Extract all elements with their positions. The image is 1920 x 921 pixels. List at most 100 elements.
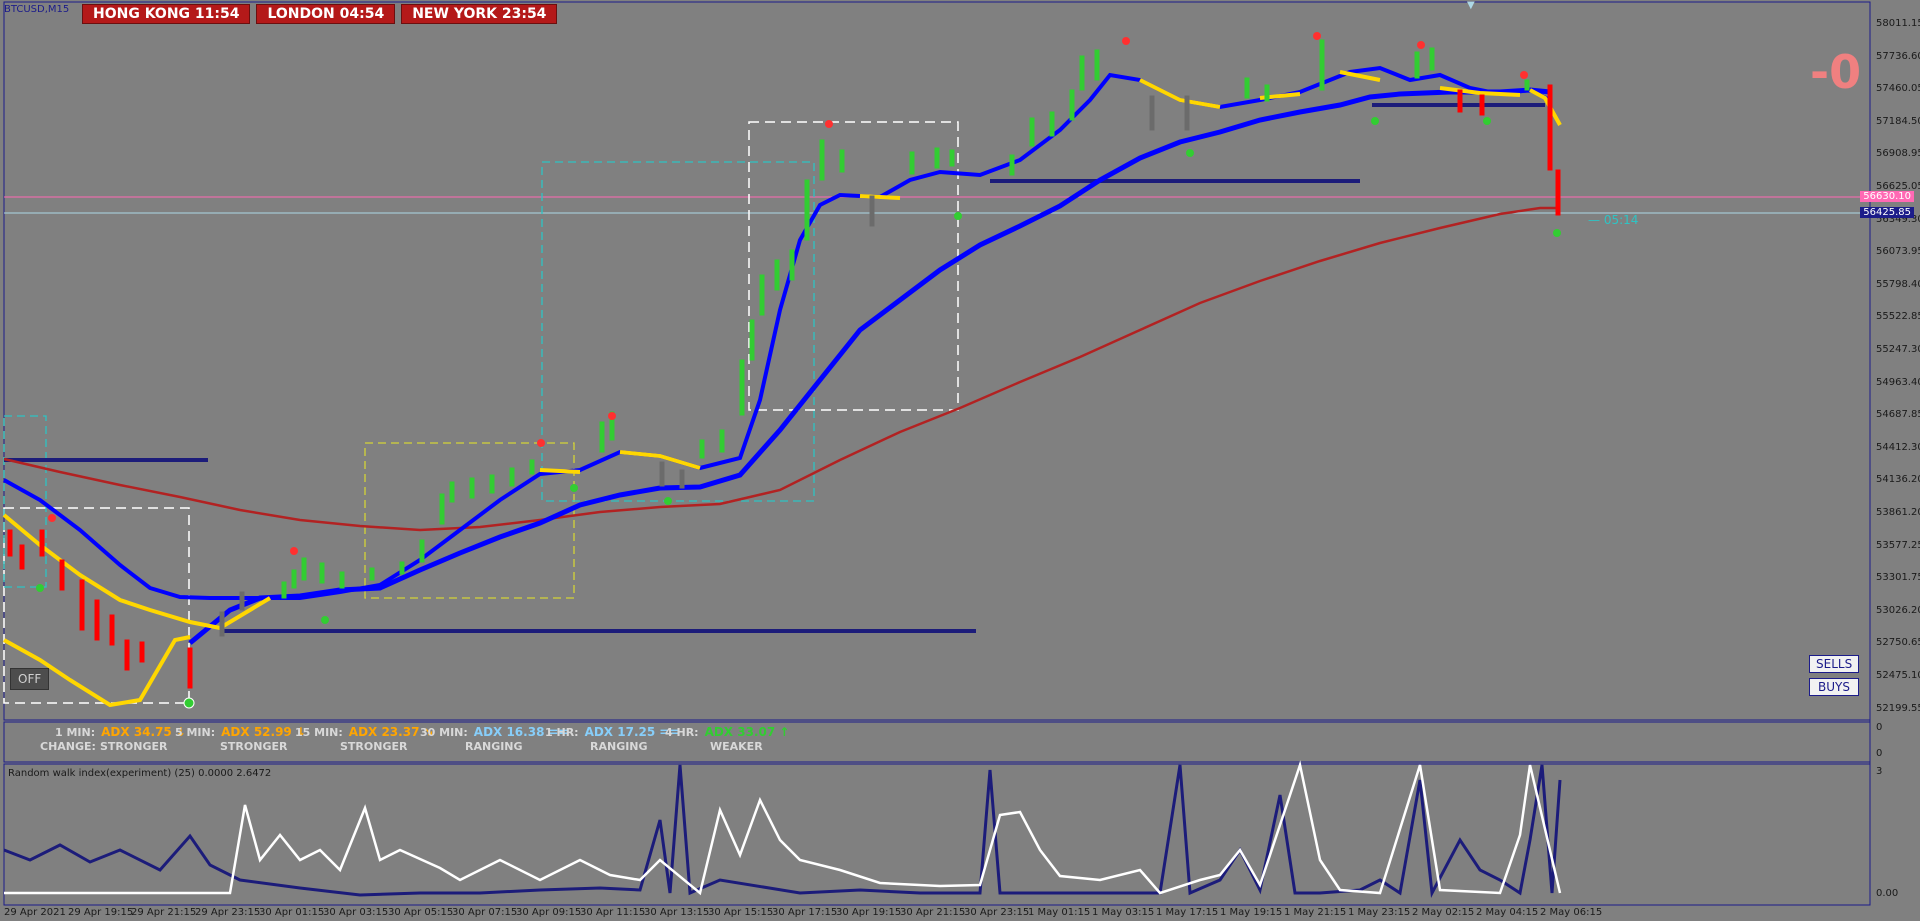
adx-state: RANGING <box>590 740 648 753</box>
price-tick-label: 57184.50 <box>1876 115 1920 127</box>
time-tick-label: 30 Apr 09:15 <box>516 907 582 918</box>
rwi-scale-top: 3 <box>1876 766 1883 777</box>
buy-signal-icon <box>570 484 578 492</box>
time-tick-label: 30 Apr 13:15 <box>644 907 710 918</box>
clock-time: 11:54 <box>194 6 240 22</box>
adx-timeframe-label: 5 MIN: <box>175 726 216 739</box>
price-chart[interactable] <box>0 0 1920 921</box>
countdown-value: 05:14 <box>1603 213 1639 227</box>
adx-scale-bottom: 0 <box>1876 748 1883 759</box>
price-tick-label: 58011.15 <box>1876 18 1920 29</box>
price-tick-label: 55798.40 <box>1876 278 1920 290</box>
ma-long-line <box>3 206 1560 532</box>
rwi-line-navy <box>3 764 1562 899</box>
price-tick-label: 53026.20 <box>1876 604 1920 616</box>
sell-signal-icon <box>1417 41 1425 49</box>
sell-signal-icon <box>1520 71 1528 79</box>
price-tick-label: 56073.95 <box>1876 246 1920 258</box>
adx-state: WEAKER <box>710 740 763 753</box>
time-tick-label: 30 Apr 17:15 <box>772 907 838 918</box>
buy-signal-icon <box>1186 149 1194 157</box>
time-tick-label: 29 Apr 19:15 <box>68 907 134 918</box>
time-tick-label: 1 May 17:15 <box>1156 907 1219 918</box>
adx-state: RANGING <box>465 740 523 753</box>
adx-change-label: CHANGE: <box>40 740 96 753</box>
time-tick-label: 30 Apr 07:15 <box>452 907 518 918</box>
sell-signal-icon <box>537 439 545 447</box>
sell-signal-icon <box>825 120 833 128</box>
time-tick-label: 29 Apr 21:15 <box>131 907 197 918</box>
adx-scale-top: 0 <box>1876 722 1883 733</box>
time-tick-label: 1 May 23:15 <box>1348 907 1411 918</box>
time-tick-label: 30 Apr 21:15 <box>900 907 966 918</box>
signal-markers <box>36 32 1561 709</box>
clock-city: LONDON <box>267 6 335 22</box>
time-tick-label: 1 May 19:15 <box>1220 907 1283 918</box>
signal-value: -0 <box>1810 45 1862 99</box>
adx-timeframe: 4 HR: ADX 33.07 ↑ <box>665 725 789 739</box>
adx-value: ADX 17.25 <box>584 725 656 739</box>
off-toggle-button[interactable]: OFF <box>10 668 50 690</box>
clock-city: NEW YORK <box>412 6 497 22</box>
adx-value: ADX 16.38 <box>473 725 545 739</box>
candles <box>281 39 1530 599</box>
price-tick-label: 55247.30 <box>1876 344 1920 355</box>
adx-timeframe: 1 MIN: ADX 34.75 ↓ <box>55 725 186 739</box>
price-tick-label: 54412.30 <box>1876 441 1920 453</box>
pink-price-tag: 56630.10 <box>1860 191 1914 202</box>
sells-button[interactable]: SELLS <box>1809 655 1859 673</box>
time-tick-label: 1 May 03:15 <box>1092 907 1155 918</box>
adx-trend-arrow-icon: ↑ <box>779 725 790 739</box>
price-tick-label: 52199.55 <box>1876 702 1920 714</box>
adx-value: ADX 52.99 <box>221 725 292 739</box>
clock-london: LONDON 04:54 <box>256 4 396 24</box>
adx-state: STRONGER <box>100 740 168 753</box>
clock-time: 23:54 <box>501 6 547 22</box>
bar-countdown: — 05:14 <box>1588 213 1639 227</box>
adx-value: ADX 23.37 <box>348 725 420 739</box>
time-tick-label: 2 May 04:15 <box>1476 907 1539 918</box>
rwi-title: Random walk index(experiment) (25) 0.000… <box>8 768 272 779</box>
rwi-panel-frame <box>3 763 1871 906</box>
adx-timeframe: 1 HR: ADX 17.25 == <box>545 725 679 739</box>
price-tick-label: 54963.40 <box>1876 376 1920 388</box>
time-tick-label: 30 Apr 15:15 <box>708 907 774 918</box>
scroll-marker-icon[interactable]: ▼ <box>1467 0 1475 11</box>
buy-signal-icon <box>1553 229 1561 237</box>
adx-value: ADX 33.07 <box>704 725 776 739</box>
current-price-tag: 56425.85 <box>1860 207 1914 218</box>
sell-signal-icon <box>48 514 56 522</box>
rwi-line-white <box>4 760 1562 896</box>
time-tick-label: 1 May 01:15 <box>1028 907 1091 918</box>
buy-signal-icon <box>321 616 329 624</box>
adx-state: STRONGER <box>220 740 288 753</box>
time-tick-label: 30 Apr 03:15 <box>323 907 389 918</box>
buy-signal-icon <box>1483 117 1491 125</box>
price-tick-label: 54687.85 <box>1876 409 1920 421</box>
time-tick-label: 30 Apr 05:15 <box>388 907 454 918</box>
buys-button[interactable]: BUYS <box>1809 678 1859 696</box>
session-clocks: HONG KONG 11:54 LONDON 04:54 NEW YORK 23… <box>82 4 558 24</box>
price-tick-label: 56908.95 <box>1876 148 1920 160</box>
price-tick-label: 52475.10 <box>1876 670 1920 681</box>
time-tick-label: 2 May 06:15 <box>1540 907 1603 918</box>
ma-fast-yellow <box>2 70 1562 631</box>
adx-timeframe-label: 4 HR: <box>665 726 699 739</box>
price-tick-label: 57460.05 <box>1876 83 1920 95</box>
adx-timeframe-label: 1 HR: <box>545 726 579 739</box>
symbol-title: BTCUSD,M15 <box>4 4 70 15</box>
range-box <box>748 121 959 411</box>
buy-signal-icon <box>954 212 962 220</box>
time-tick-label: 30 Apr 11:15 <box>580 907 646 918</box>
ma-fast-line <box>3 65 1551 600</box>
rwi-scale-bottom: 0.00 <box>1876 888 1899 899</box>
clock-time: 04:54 <box>339 6 385 22</box>
ma-slow-line <box>188 87 1551 645</box>
adx-timeframe-label: 15 MIN: <box>295 726 343 739</box>
time-tick-label: 2 May 02:15 <box>1412 907 1475 918</box>
adx-timeframe: 15 MIN: ADX 23.37 ↘ <box>295 725 433 739</box>
adx-timeframe-label: 1 MIN: <box>55 726 96 739</box>
clock-new-york: NEW YORK 23:54 <box>401 4 558 24</box>
time-tick-label: 29 Apr 2021 <box>4 907 66 918</box>
time-tick-label: 1 May 21:15 <box>1284 907 1347 918</box>
